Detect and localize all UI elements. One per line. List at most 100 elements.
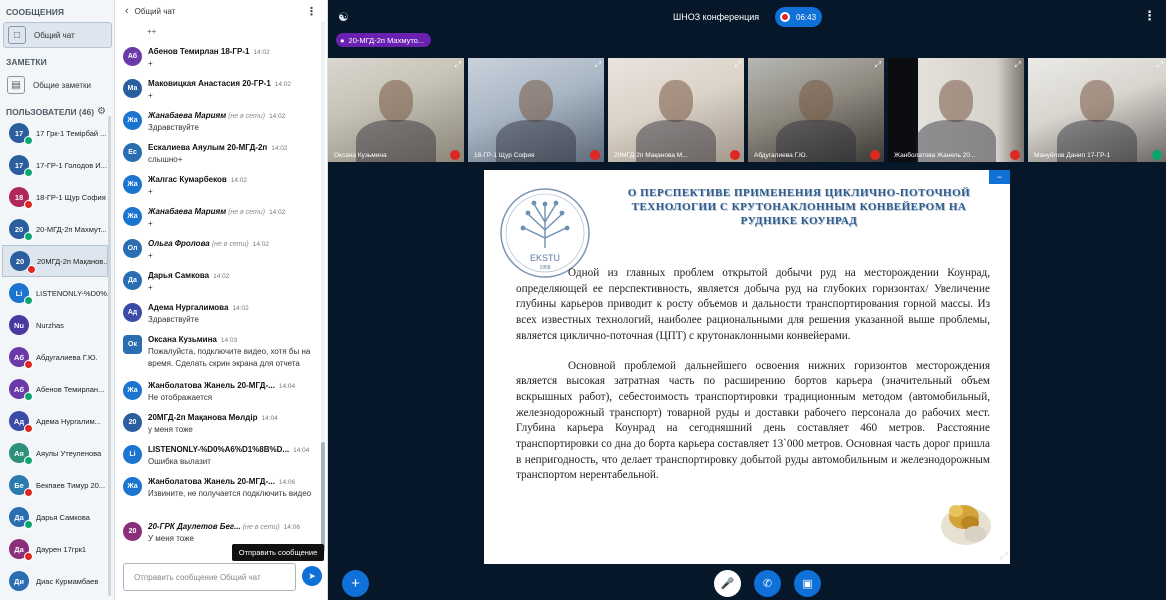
expand-video-icon[interactable]: ⤢ <box>735 60 741 70</box>
notes-icon: ▤ <box>7 76 25 94</box>
actions-plus-button[interactable]: + <box>342 570 369 597</box>
message-time: 14:02 <box>269 113 286 120</box>
user-list: 17 17 Грк-1 Темірбай ... 17 17-ГР-1 Голодов… <box>0 117 110 597</box>
expand-video-icon[interactable]: ⤢ <box>1015 60 1021 70</box>
muted-icon <box>24 200 33 209</box>
message-time: 14:02 <box>230 177 248 184</box>
user-list-item[interactable]: 20 20МГД-2п Мақанов... <box>2 245 108 277</box>
camera-icon: ▣ <box>802 578 813 590</box>
microphone-icon: ● <box>340 35 345 45</box>
message-text: Здравствуйте <box>148 315 199 324</box>
notes-header: ЗАМЕТКИ <box>6 57 47 67</box>
chat-message-input[interactable]: Отправить сообщение Общий чат <box>123 563 296 591</box>
users-header: ПОЛЬЗОВАТЕЛИ (46) ⚙ <box>0 106 112 117</box>
user-list-item[interactable]: Да Даурен 17грк1 <box>0 533 110 565</box>
fullscreen-icon[interactable]: ⤢ <box>1000 551 1008 562</box>
user-list-item[interactable]: Ад Адема Нургалим... <box>0 405 110 437</box>
user-list-item[interactable]: Nu Nurzhas <box>0 309 110 341</box>
user-name: LISTENONLY-%D0%... <box>36 288 110 298</box>
expand-video-icon[interactable]: ⤢ <box>1157 60 1163 70</box>
user-list-item[interactable]: 17 17-ГР-1 Голодов И... <box>0 149 110 181</box>
message-avatar: 20 <box>123 413 142 432</box>
audio-phone-button[interactable]: ✆ <box>754 570 781 597</box>
chat-options-icon[interactable]: ⋮ <box>306 5 317 18</box>
video-tile[interactable]: ⤢ 18-ГР-1 Щур София <box>468 58 604 162</box>
message-time: 14:02 <box>274 81 292 88</box>
settings-gear-icon[interactable]: ⚙ <box>97 106 106 117</box>
user-name: 17 Грк-1 Темірбай ... <box>36 128 107 138</box>
share-webcam-button[interactable]: ▣ <box>794 570 821 597</box>
send-button[interactable]: ➤ <box>302 566 322 586</box>
video-participant-name: Оксана Кузьмина <box>334 152 387 159</box>
voice-on-icon <box>24 136 33 145</box>
message-time: 14:02 <box>253 49 270 56</box>
microphone-off-icon <box>1010 150 1020 160</box>
user-list-item[interactable]: 17 17 Грк-1 Темірбай ... <box>0 117 110 149</box>
user-list-item[interactable]: Li LISTENONLY-%D0%... <box>0 277 110 309</box>
video-tile[interactable]: ⤢ Жанболатова Жанель 20... <box>888 58 1024 162</box>
user-list-item[interactable]: Ди Диас Курмамбаев <box>0 565 110 597</box>
shared-notes-item[interactable]: ▤ Общие заметки <box>3 72 112 98</box>
chat-scroll-thumb[interactable] <box>321 442 325 552</box>
message-avatar: Жа <box>123 175 142 194</box>
expand-video-icon[interactable]: ⤢ <box>875 60 881 70</box>
message-time: 14:04 <box>261 415 278 422</box>
message-author: Ольга Фролова <box>148 239 210 248</box>
user-list-item[interactable]: 18 18-ГР-1 Щур София <box>0 181 110 213</box>
send-tooltip: Отправить сообщение <box>232 544 324 561</box>
user-list-item[interactable]: 20 20-МГД-2п Махмут... <box>0 213 110 245</box>
expand-video-icon[interactable]: ⤢ <box>595 60 601 70</box>
video-tile[interactable]: ⤢ Мануйлов Данил 17-ГР-1 <box>1028 58 1166 162</box>
message-header: Дарья Самкова 14:02 <box>148 271 318 280</box>
chat-title: Общий чат <box>134 6 176 16</box>
offline-label: (не в сети) <box>211 241 249 248</box>
users-toggle-icon[interactable]: ☯ <box>338 10 349 24</box>
back-chevron-icon[interactable]: ‹ <box>125 5 129 17</box>
user-list-item[interactable]: Ая Аяулы Утеуленова <box>0 437 110 469</box>
user-panel: СООБЩЕНИЯ □ Общий чат ЗАМЕТКИ ▤ Общие за… <box>0 0 115 600</box>
message-text: у меня тоже <box>148 425 193 434</box>
user-list-item[interactable]: Аб Абдугалиева Г.Ю. <box>0 341 110 373</box>
expand-video-icon[interactable]: ⤢ <box>455 60 461 70</box>
public-chat-item[interactable]: □ Общий чат <box>3 22 112 48</box>
chat-message: Ес Ескалиева Аяулым 20-МГД-2п 14:02 слышно+ <box>123 143 321 166</box>
message-author: Дарья Самкова <box>148 271 210 280</box>
message-text: + <box>148 187 153 196</box>
voice-on-icon <box>24 520 33 529</box>
logo-text: EKSTU <box>530 253 560 263</box>
user-name: Абенов Темирлан... <box>36 384 105 394</box>
options-menu-icon[interactable]: ⋮ <box>1143 8 1156 24</box>
public-chat-label: Общий чат <box>34 30 75 40</box>
chat-message: Жа Жанабаева Мариям (не в сети) 14:02 Здрав… <box>123 111 321 134</box>
message-avatar: Жа <box>123 111 142 130</box>
user-list-item[interactable]: Аб Абенов Темирлан... <box>0 373 110 405</box>
chat-message: Ол Ольга Фролова (не в сети) 14:02 + <box>123 239 321 262</box>
message-text: слышно+ <box>148 155 183 164</box>
muted-icon <box>24 488 33 497</box>
chat-message: Да Дарья Самкова 14:02 + <box>123 271 321 294</box>
recording-indicator[interactable]: 06:43 <box>775 7 822 27</box>
mute-microphone-button[interactable]: 🎤 <box>714 570 741 597</box>
message-text: + <box>148 91 153 100</box>
video-tile[interactable]: ⤢ Абдугалиева Г.Ю. <box>748 58 884 162</box>
chat-message: Жа Жанболатова Жанель 20-МГД-... 14:04 Не о… <box>123 381 321 404</box>
video-tile[interactable]: ⤢ 20МГД-2п Мақанова М... <box>608 58 744 162</box>
message-time: 14:06 <box>283 524 300 531</box>
chat-scrollbar[interactable] <box>321 22 325 557</box>
message-time: 14:02 <box>269 209 286 216</box>
user-name: 20-МГД-2п Махмут... <box>36 224 107 234</box>
minimize-presentation-button[interactable]: − <box>989 170 1010 184</box>
chat-message: Жа Жанболатова Жанель 20-МГД-... 14:06 Изви… <box>123 477 321 500</box>
user-list-item[interactable]: Бе Бекпаев Тимур 20... <box>0 469 110 501</box>
user-name: Абдугалиева Г.Ю. <box>36 352 98 362</box>
message-author: 20МГД-2п Мақанова Мөлдір <box>148 413 258 422</box>
message-header: Жанболатова Жанель 20-МГД-... 14:04 <box>148 381 318 390</box>
user-list-scrollbar[interactable] <box>108 116 111 596</box>
chat-message: Ма Маковицкая Анастасия 20-ГР-1 14:02 + <box>123 79 321 102</box>
message-author: LISTENONLY-%D0%A6%D1%8B%D... <box>148 445 290 454</box>
user-name: Аяулы Утеуленова <box>36 448 102 458</box>
presentation-slide: − EKSTU 1958 О ПЕРСПЕКТИВЕ ПРИМЕНЕНИЯ ЦИ… <box>484 170 1010 564</box>
video-tile[interactable]: ⤢ Оксана Кузьмина <box>328 58 464 162</box>
offline-label: (не в сети) <box>228 209 266 216</box>
user-list-item[interactable]: Да Дарья Самкова <box>0 501 110 533</box>
